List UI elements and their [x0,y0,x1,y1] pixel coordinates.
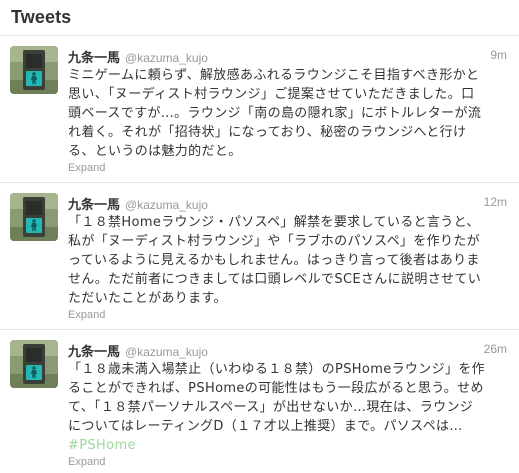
tweet-fullname[interactable]: 九条一馬 [68,197,120,212]
tweet-item[interactable]: 九条一馬 @kazuma_kujo 9m ミニゲームに頼らず、解放感あふれるラウン… [0,36,519,183]
tweet-username[interactable]: @kazuma_kujo [125,198,208,212]
tweet-fullname[interactable]: 九条一馬 [68,50,120,65]
hashtag-link[interactable]: #PSHome [68,436,508,455]
avatar-traffic-signal-icon [10,46,58,94]
tweet-item[interactable]: 九条一馬 @kazuma_kujo 12m 「１８禁Homeラウンジ・パソスペ」解… [0,183,519,330]
avatar[interactable] [10,340,58,388]
avatar-traffic-signal-icon [10,340,58,388]
avatar[interactable] [10,46,58,94]
tweets-heading: Tweets [11,7,72,27]
tweet-text: 「１８歳未満入場禁止（いわゆる１８禁）のPSHomeラウンジ」を作 ることができ… [68,362,486,434]
tweet-username[interactable]: @kazuma_kujo [125,51,208,65]
avatar-traffic-signal-icon [10,193,58,241]
avatar[interactable] [10,193,58,241]
expand-link[interactable]: Expand [68,309,507,321]
expand-link[interactable]: Expand [68,162,507,174]
tweets-header: Tweets [0,0,519,36]
tweet-username[interactable]: @kazuma_kujo [125,345,208,359]
tweet-text: ミニゲームに頼らず、解放感あふれるラウンジこそ目指すべき形かと 思い、「ヌーディ… [68,68,482,159]
tweet-item[interactable]: 九条一馬 @kazuma_kujo 26m 「１８歳未満入場禁止（いわゆる１８禁）… [0,330,519,473]
tweet-timestamp[interactable]: 12m [484,195,507,209]
tweet-timestamp[interactable]: 26m [484,342,507,356]
expand-link[interactable]: Expand [68,456,507,468]
tweet-fullname[interactable]: 九条一馬 [68,344,120,359]
tweet-text: 「１８禁Homeラウンジ・パソスペ」解禁を要求していると言うと、 私が「ヌーディ… [68,215,482,306]
tweet-timestamp[interactable]: 9m [490,48,507,62]
